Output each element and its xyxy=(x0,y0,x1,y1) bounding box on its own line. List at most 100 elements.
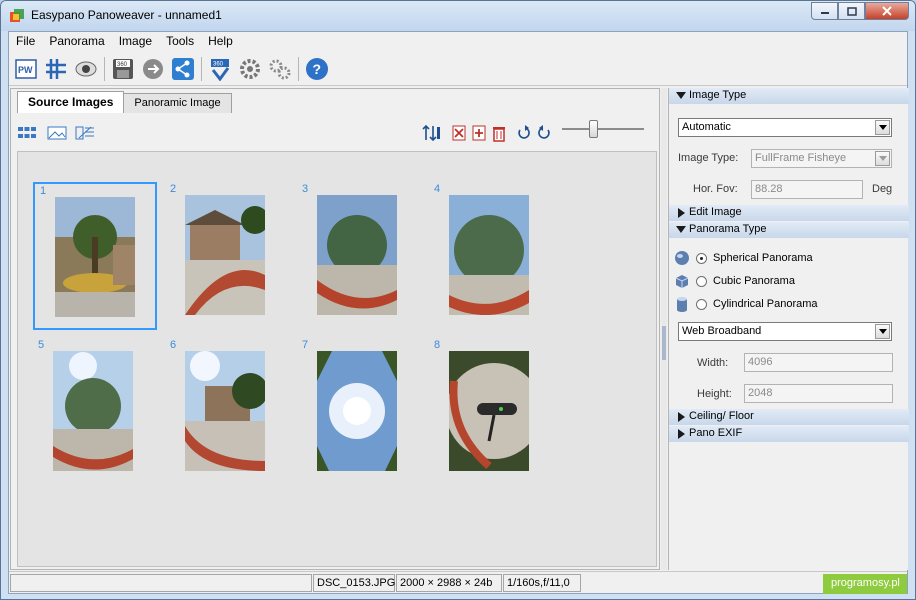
image-number: 5 xyxy=(38,339,45,351)
tab-source-images[interactable]: Source Images xyxy=(17,91,125,113)
output-preset-select[interactable]: Web Broadband xyxy=(678,322,892,341)
radio-spherical[interactable] xyxy=(696,252,707,264)
image-number: 6 xyxy=(170,339,177,351)
publish-icon xyxy=(143,58,163,79)
select-value: FullFrame Fisheye xyxy=(755,152,847,164)
section-title: Panorama Type xyxy=(689,223,767,235)
section-image-type[interactable]: Image Type xyxy=(669,88,909,104)
section-edit-image[interactable]: Edit Image xyxy=(669,205,909,221)
help-button[interactable]: ? xyxy=(304,56,330,82)
select-value: Automatic xyxy=(682,121,731,133)
dropdown-arrow-icon[interactable] xyxy=(875,120,890,135)
close-button[interactable] xyxy=(865,2,909,20)
section-ceiling-floor[interactable]: Ceiling/ Floor xyxy=(669,409,909,425)
app-logo-icon xyxy=(10,9,24,22)
save-button[interactable]: 360 xyxy=(110,56,136,82)
rotate-left-button[interactable] xyxy=(514,123,534,143)
section-title: Image Type xyxy=(689,89,747,101)
stitch-button[interactable] xyxy=(43,56,69,82)
option-cylindrical[interactable]: Cylindrical Panorama xyxy=(674,295,818,313)
image-thumbnail xyxy=(185,195,265,315)
add-image-button[interactable] xyxy=(469,123,489,143)
svg-text:360: 360 xyxy=(213,61,224,67)
tab-panoramic-image[interactable]: Panoramic Image xyxy=(123,93,232,113)
settings-button[interactable] xyxy=(237,56,263,82)
radio-cubic[interactable] xyxy=(696,275,707,287)
menu-help[interactable]: Help xyxy=(201,32,240,52)
toolbar-separator xyxy=(298,56,299,81)
menu-panorama[interactable]: Panorama xyxy=(42,32,111,52)
maximize-button[interactable] xyxy=(838,2,865,20)
remove-image-button[interactable] xyxy=(449,123,469,143)
publish-button[interactable] xyxy=(140,56,166,82)
option-spherical[interactable]: Spherical Panorama xyxy=(674,249,813,267)
new-project-button[interactable]: PW xyxy=(13,56,39,82)
svg-text:360: 360 xyxy=(117,62,128,68)
rotate-right-icon xyxy=(538,125,550,139)
option-label: Spherical Panorama xyxy=(713,252,813,264)
image-cell-1[interactable]: 1 xyxy=(33,182,157,330)
radio-cylindrical[interactable] xyxy=(696,298,707,310)
fov-value: 88.28 xyxy=(755,183,783,195)
option-cubic[interactable]: Cubic Panorama xyxy=(674,272,795,290)
sort-button[interactable] xyxy=(421,123,441,143)
gears-button[interactable] xyxy=(267,56,293,82)
option-label: Cubic Panorama xyxy=(713,275,795,287)
sphere-icon xyxy=(675,251,689,265)
minimize-button[interactable] xyxy=(811,2,838,20)
height-value: 2048 xyxy=(748,387,773,399)
dropdown-arrow-icon xyxy=(875,151,890,166)
status-message xyxy=(10,574,312,592)
zoom-slider-track[interactable] xyxy=(562,128,644,130)
image-number: 7 xyxy=(302,339,309,351)
image-cell-3[interactable]: 3 xyxy=(297,182,421,330)
image-cell-2[interactable]: 2 xyxy=(165,182,289,330)
option-label: Cylindrical Panorama xyxy=(713,298,818,310)
section-pano-exif[interactable]: Pano EXIF xyxy=(669,426,909,442)
image-toolbar xyxy=(11,119,659,149)
expand-arrow-icon xyxy=(678,412,685,422)
svg-text:?: ? xyxy=(313,61,322,77)
splitter-grip[interactable] xyxy=(662,326,666,360)
thumbnail-view-button[interactable] xyxy=(17,123,37,143)
rotate-right-button[interactable] xyxy=(534,123,554,143)
image-cell-5[interactable]: 5 xyxy=(33,338,157,486)
batch-button[interactable]: 360 xyxy=(207,56,233,82)
tab-bar: Source Images Panoramic Image xyxy=(17,91,232,113)
menu-file[interactable]: File xyxy=(9,32,42,52)
menu-image[interactable]: Image xyxy=(112,32,159,52)
width-field: 4096 xyxy=(744,353,893,372)
section-panorama-type[interactable]: Panorama Type xyxy=(669,222,909,238)
dropdown-arrow-icon[interactable] xyxy=(875,324,890,339)
image-cell-4[interactable]: 4 xyxy=(429,182,553,330)
status-dimensions: 2000 × 2988 × 24b xyxy=(396,574,502,592)
main-toolbar: PW 360 360 ? xyxy=(9,52,907,86)
image-type-select: FullFrame Fisheye xyxy=(751,149,892,168)
image-number: 1 xyxy=(40,185,47,197)
height-label: Height: xyxy=(697,388,732,400)
toolbar-separator xyxy=(201,56,202,81)
rotate-left-icon xyxy=(518,125,530,139)
preview-icon xyxy=(75,61,97,76)
title-bar[interactable]: Easypano Panoweaver - unnamed1 xyxy=(1,1,915,31)
image-cell-8[interactable]: 8 xyxy=(429,338,553,486)
image-number: 3 xyxy=(302,183,309,195)
image-view-button[interactable] xyxy=(47,123,67,143)
preview-button[interactable] xyxy=(73,56,99,82)
select-value: Web Broadband xyxy=(682,325,762,337)
image-cell-7[interactable]: 7 xyxy=(297,338,421,486)
menu-tools[interactable]: Tools xyxy=(159,32,201,52)
pane-splitter[interactable] xyxy=(661,88,667,570)
delete-button[interactable] xyxy=(489,123,509,143)
svg-text:PW: PW xyxy=(18,65,33,75)
new-project-icon: PW xyxy=(15,58,37,79)
share-button[interactable] xyxy=(170,56,196,82)
detail-view-button[interactable] xyxy=(75,123,95,143)
zoom-slider-thumb[interactable] xyxy=(589,120,598,138)
status-filename: DSC_0153.JPG xyxy=(313,574,395,592)
image-cell-6[interactable]: 6 xyxy=(165,338,289,486)
toolbar-separator xyxy=(104,56,105,81)
properties-pane: Image Type Automatic Image Type: FullFra… xyxy=(668,88,909,570)
image-mode-select[interactable]: Automatic xyxy=(678,118,892,137)
thumbnail-view-icon xyxy=(18,127,36,138)
